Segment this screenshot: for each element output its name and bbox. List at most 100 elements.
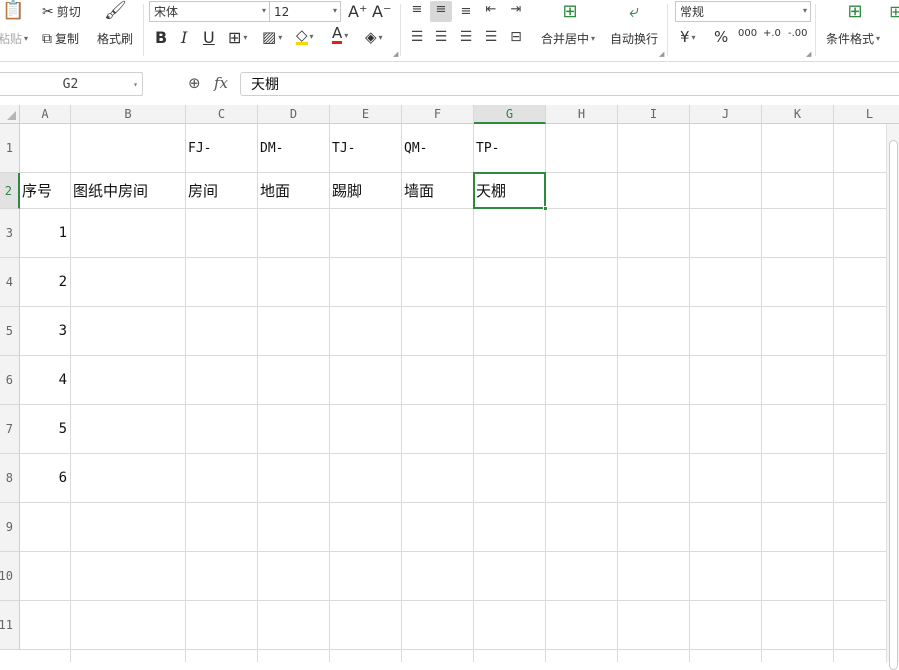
align-bottom-icon[interactable]: ≡	[457, 3, 475, 21]
font-color-button[interactable]: A ▾	[332, 26, 348, 44]
italic-button[interactable]: I	[181, 28, 187, 47]
percent-button[interactable]: %	[714, 28, 728, 46]
select-all-corner[interactable]	[0, 105, 20, 124]
currency-icon: ¥	[680, 28, 690, 46]
cell-f2[interactable]: 墙面	[402, 173, 473, 208]
gridline-vertical	[761, 124, 762, 662]
increase-font-button[interactable]: A⁺	[348, 2, 367, 21]
column-header-b[interactable]: B	[71, 105, 186, 124]
fill-color-button[interactable]: ◇ ▾	[296, 28, 314, 45]
column-header-j[interactable]: J	[690, 105, 762, 124]
increase-indent-icon[interactable]: ⇥	[507, 1, 525, 19]
column-header-f[interactable]: F	[402, 105, 474, 124]
align-right-icon[interactable]: ☰	[457, 28, 475, 46]
cell-style-button[interactable]: ▨ ▾	[262, 28, 282, 46]
wrap-text-button[interactable]: 自动换行	[610, 30, 658, 47]
cell-a6[interactable]: 4	[20, 356, 70, 404]
number-dialog-launcher[interactable]: ◢	[806, 50, 811, 58]
scrollbar-thumb[interactable]	[889, 140, 898, 670]
cell-e1[interactable]: TJ-	[330, 124, 401, 172]
ribbon-divider	[400, 4, 401, 56]
vertical-scrollbar[interactable]	[886, 124, 899, 670]
paste-button[interactable]: 粘贴 ▾	[0, 30, 28, 47]
row-header-9[interactable]: 9	[0, 503, 20, 552]
cell-a2[interactable]: 序号	[20, 173, 70, 208]
decrease-decimal-button[interactable]: -.00	[788, 28, 808, 39]
clear-format-button[interactable]: ◈ ▾	[365, 28, 383, 46]
borders-button[interactable]: ⊞ ▾	[228, 28, 247, 47]
name-box[interactable]: G2 ▾	[0, 72, 143, 96]
font-size-select[interactable]: 12 ▾	[269, 1, 341, 22]
row-header-1[interactable]: 1	[0, 124, 20, 173]
gridline-vertical	[689, 124, 690, 662]
brush-icon[interactable]: 🖌	[104, 2, 127, 26]
underline-button[interactable]: U	[203, 28, 215, 47]
cell-g1[interactable]: TP-	[474, 124, 545, 172]
cell-c2[interactable]: 房间	[186, 173, 257, 208]
column-header-h[interactable]: H	[546, 105, 618, 124]
number-format-select[interactable]: 常规 ▾	[675, 1, 811, 22]
conditional-format-label: 条件格式	[826, 32, 875, 46]
fill-handle[interactable]	[543, 206, 548, 211]
cell-a3[interactable]: 1	[20, 209, 70, 257]
align-middle-icon[interactable]: ≡	[430, 1, 452, 22]
bold-button[interactable]: B	[155, 28, 167, 47]
cut-button[interactable]: ✂ 剪切	[42, 3, 81, 20]
currency-button[interactable]: ¥ ▾	[680, 28, 696, 46]
conditional-format-icon[interactable]: ⊞	[843, 3, 867, 21]
thousands-button[interactable]: 000	[738, 28, 757, 39]
cell-d2[interactable]: 地面	[258, 173, 329, 208]
justify-icon[interactable]: ☰	[482, 28, 500, 46]
column-header-e[interactable]: E	[330, 105, 402, 124]
cell-a5[interactable]: 3	[20, 307, 70, 355]
table-style-icon[interactable]: ⊞	[889, 3, 899, 21]
wrap-text-icon[interactable]: ⤶	[622, 3, 646, 21]
align-left-icon[interactable]: ☰	[408, 28, 426, 46]
font-dialog-launcher[interactable]: ◢	[393, 50, 398, 58]
row-header-8[interactable]: 8	[0, 454, 20, 503]
paste-icon[interactable]: 📋	[2, 2, 24, 24]
merge-center-button[interactable]: 合并居中 ▾	[541, 30, 595, 47]
cell-b2[interactable]: 图纸中房间	[71, 173, 185, 208]
alignment-dialog-launcher[interactable]: ◢	[659, 50, 664, 58]
ribbon-divider	[667, 4, 668, 56]
formula-input[interactable]: 天棚	[240, 72, 899, 96]
cell-a8[interactable]: 6	[20, 454, 70, 502]
row-header-5[interactable]: 5	[0, 307, 20, 356]
font-name-select[interactable]: 宋体 ▾	[149, 1, 270, 22]
row-header-4[interactable]: 4	[0, 258, 20, 307]
column-header-c[interactable]: C	[186, 105, 258, 124]
zoom-icon[interactable]: ⊕	[188, 74, 201, 92]
align-top-icon[interactable]: ≡	[408, 1, 426, 19]
gridline-horizontal	[20, 355, 886, 356]
fx-icon[interactable]: fx	[214, 74, 228, 92]
copy-button[interactable]: ⧉ 复制	[42, 30, 79, 47]
row-header-3[interactable]: 3	[0, 209, 20, 258]
row-header-7[interactable]: 7	[0, 405, 20, 454]
column-header-l[interactable]: L	[834, 105, 899, 124]
decrease-indent-icon[interactable]: ⇤	[482, 1, 500, 19]
row-header-6[interactable]: 6	[0, 356, 20, 405]
row-header-2[interactable]: 2	[0, 173, 20, 209]
column-header-d[interactable]: D	[258, 105, 330, 124]
row-header-10[interactable]: 10	[0, 552, 20, 601]
merge-cells-icon[interactable]: ⊞	[558, 3, 582, 21]
distributed-icon[interactable]: ⊟	[507, 28, 525, 46]
decrease-font-button[interactable]: A⁻	[372, 2, 391, 21]
column-header-k[interactable]: K	[762, 105, 834, 124]
row-header-11[interactable]: 11	[0, 601, 20, 650]
conditional-format-button[interactable]: 条件格式 ▾	[826, 30, 880, 47]
cell-d1[interactable]: DM-	[258, 124, 329, 172]
increase-decimal-button[interactable]: +.0	[763, 28, 781, 39]
align-center-icon[interactable]: ☰	[432, 28, 450, 46]
spreadsheet-grid[interactable]: ABCDEFGHIJKL 1234567891011 FJ-DM-TJ-QM-T…	[0, 105, 899, 662]
column-header-g[interactable]: G	[474, 105, 546, 124]
column-header-a[interactable]: A	[20, 105, 71, 124]
format-painter-button[interactable]: 格式刷	[97, 30, 133, 47]
cell-a4[interactable]: 2	[20, 258, 70, 306]
cell-f1[interactable]: QM-	[402, 124, 473, 172]
cell-c1[interactable]: FJ-	[186, 124, 257, 172]
cell-a7[interactable]: 5	[20, 405, 70, 453]
column-header-i[interactable]: I	[618, 105, 690, 124]
cell-e2[interactable]: 踢脚	[330, 173, 401, 208]
